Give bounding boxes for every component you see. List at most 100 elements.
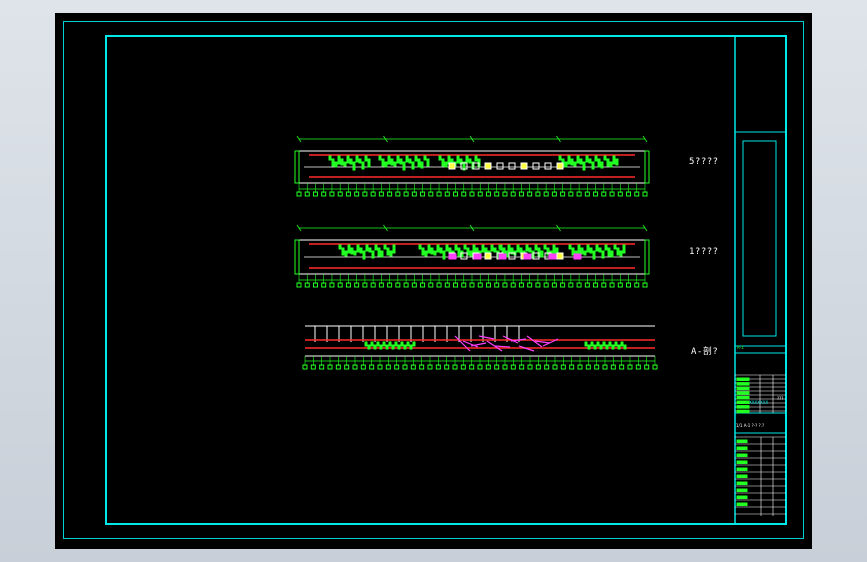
plan-view-1-equipment <box>359 247 363 254</box>
plan-view-5-equipment <box>444 161 448 168</box>
plan-view-1-equipment <box>448 247 452 253</box>
title-block-cell: A-1 <box>737 345 744 350</box>
plan-view-5-equipment <box>414 155 418 162</box>
title-block-panel <box>742 140 777 337</box>
plan-view-5-equipment <box>334 161 338 168</box>
plan-view-1-equipment <box>516 244 520 253</box>
section-equipment <box>367 344 371 350</box>
plan-view-1-equipment <box>380 250 384 258</box>
plan-view-1-equipment <box>347 244 351 254</box>
plan-view-5-room <box>508 162 516 170</box>
section-ramp <box>534 340 551 344</box>
plan-view-5-room <box>544 162 552 170</box>
plan-view-5-equipment <box>417 158 421 168</box>
plan-view-1-equipment <box>392 244 396 254</box>
plan-view-1-equipment <box>338 244 342 250</box>
plan-view-1-equipment <box>613 244 617 250</box>
plan-view-5-equipment <box>438 155 442 161</box>
plan-view-5-equipment <box>346 155 350 164</box>
plan-view-5-equipment <box>582 161 586 171</box>
plan-view-1-equipment <box>568 244 572 250</box>
plan-view-1-equipment <box>493 247 497 253</box>
section-equipment <box>599 344 603 350</box>
plan-view-5-equipment <box>399 158 403 165</box>
title-block-mark <box>736 446 748 450</box>
section-equipment <box>373 344 377 350</box>
plan-view-5-equipment <box>349 158 353 165</box>
plan-view-1-equipment <box>586 244 590 253</box>
plan-view-1-equipment <box>374 244 378 251</box>
section-equipment <box>605 344 609 350</box>
view-label-plan-1: 1???? <box>689 247 719 257</box>
plan-view-1-equipment <box>418 244 422 250</box>
section-equipment <box>394 341 398 347</box>
section-equipment <box>379 344 383 350</box>
plan-view-1-equipment <box>552 244 556 254</box>
plan-view-5-equipment <box>420 161 424 169</box>
title-block-mark <box>736 382 750 386</box>
plan-view-5-equipment <box>387 155 391 165</box>
title-block-mark <box>736 386 750 391</box>
plan-view-1-equipment <box>356 244 360 253</box>
plan-view-5-equipment <box>393 161 397 167</box>
plan-view-5-equipment <box>600 161 604 169</box>
plan-view-1-equipment <box>490 244 494 252</box>
section-equipment <box>623 344 627 350</box>
plan-view-1-equipment <box>540 250 544 258</box>
plan-view-1-equipment <box>589 247 593 254</box>
plan-view-1-equipment <box>353 250 357 256</box>
plan-view-5-equipment <box>337 155 341 165</box>
plan-view-1-end-cap <box>294 239 300 275</box>
plan-view-5-equipment <box>390 158 394 166</box>
plan-view-1-equipment <box>601 250 605 259</box>
plan-view-1-equipment <box>377 247 381 257</box>
plan-view-1-equipment <box>341 247 345 256</box>
section-equipment <box>406 341 410 347</box>
plan-view-5-equipment <box>340 158 344 166</box>
plan-view-5-equipment <box>465 155 469 163</box>
title-block-mark <box>736 481 748 485</box>
section-equipment <box>617 344 621 350</box>
plan-view-5-room <box>520 162 528 170</box>
plan-view-1-equipment <box>577 244 581 254</box>
plan-view-5-equipment <box>594 155 598 162</box>
title-block-mark <box>736 439 748 443</box>
section-equipment <box>611 344 615 350</box>
plan-view-1-equipment <box>622 244 626 254</box>
plan-view-5-equipment <box>576 155 580 164</box>
plan-view-5-equipment <box>358 158 362 164</box>
plan-view-5-equipment <box>343 161 347 167</box>
plan-view-5-equipment <box>564 161 568 168</box>
plan-view-5-equipment <box>423 155 427 161</box>
plan-view-5-room <box>496 162 504 170</box>
section-equipment <box>397 344 401 350</box>
plan-view-5-equipment <box>603 155 607 161</box>
plan-view-1-equipment <box>362 250 366 260</box>
plan-view-5-equipment <box>405 155 409 163</box>
plan-view-1-equipment <box>433 250 437 256</box>
plan-view-1-equipment <box>592 250 596 260</box>
section-equipment <box>370 341 374 347</box>
section-equipment <box>593 344 597 350</box>
plan-view-5-equipment <box>441 158 445 167</box>
section-equipment <box>382 341 386 347</box>
plan-view-1-room <box>484 252 492 260</box>
plan-view-1-equipment <box>595 244 599 252</box>
plan-view-5-equipment <box>364 155 368 162</box>
plan-view-5-equipment <box>474 155 478 162</box>
title-block-mark <box>736 474 748 478</box>
drawing-viewport[interactable]: 5???? 1???? A-剖? A-1 XXXXXXX 1/1 A-1 ?-?… <box>55 13 812 549</box>
section-ramp <box>478 335 495 340</box>
plan-view-5-equipment <box>579 158 583 165</box>
plan-view-1-equipment <box>371 250 375 259</box>
plan-view-5-end-cap <box>294 150 300 184</box>
plan-view-5-equipment <box>381 158 385 167</box>
plan-view-1-equipment <box>350 247 354 255</box>
plan-view-5-equipment <box>597 158 601 168</box>
title-block-mark <box>736 377 750 381</box>
plan-view-5-equipment <box>573 161 577 167</box>
section-equipment <box>614 341 618 347</box>
plan-view-1-equipment <box>580 247 584 255</box>
plan-view-5-equipment <box>411 161 415 170</box>
plan-view-5-room <box>556 162 564 170</box>
